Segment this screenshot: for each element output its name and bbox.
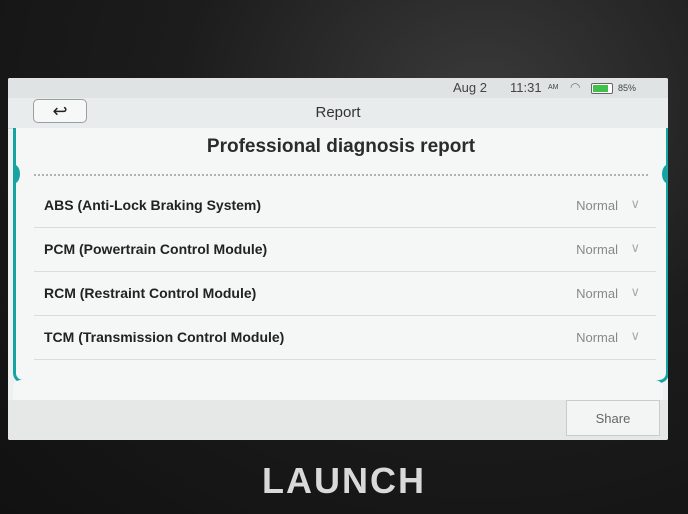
wifi-icon: ◠ bbox=[570, 80, 581, 94]
module-name: PCM (Powertrain Control Module) bbox=[44, 241, 268, 257]
card-notch-left bbox=[16, 164, 20, 184]
chevron-down-icon[interactable]: ∨ bbox=[630, 240, 640, 256]
status-bar: Aug 2 11:31 AM ◠ 85% bbox=[8, 78, 668, 98]
module-status: Normal bbox=[576, 198, 618, 213]
device-screen: Aug 2 11:31 AM ◠ 85% ↩ Report Profession… bbox=[8, 78, 668, 440]
title-bar: ↩ Report bbox=[8, 98, 668, 129]
battery-percent: 85% bbox=[618, 83, 637, 93]
module-status: Normal bbox=[576, 286, 618, 301]
module-row-pcm[interactable]: PCM (Powertrain Control Module) Normal ∨ bbox=[34, 228, 656, 272]
card-notch-right bbox=[662, 164, 666, 184]
module-name: TCM (Transmission Control Module) bbox=[44, 329, 285, 345]
report-card: Professional diagnosis report ABS (Anti-… bbox=[13, 128, 668, 383]
heading-divider bbox=[34, 174, 648, 176]
chevron-down-icon[interactable]: ∨ bbox=[630, 196, 640, 212]
device-brand-logo: LAUNCH bbox=[262, 460, 426, 501]
page-title: Report bbox=[315, 104, 361, 121]
module-name: ABS (Anti-Lock Braking System) bbox=[44, 197, 262, 213]
module-row-abs[interactable]: ABS (Anti-Lock Braking System) Normal ∨ bbox=[34, 184, 656, 228]
status-ampm: AM bbox=[548, 84, 559, 91]
module-row-tcm[interactable]: TCM (Transmission Control Module) Normal… bbox=[34, 316, 656, 360]
secondary-card bbox=[13, 380, 663, 400]
battery-icon bbox=[591, 83, 613, 94]
module-status: Normal bbox=[576, 242, 618, 257]
module-status: Normal bbox=[576, 330, 618, 345]
status-date: Aug 2 bbox=[453, 80, 487, 95]
report-heading: Professional diagnosis report bbox=[206, 136, 476, 157]
chevron-down-icon[interactable]: ∨ bbox=[630, 284, 640, 300]
module-row-rcm[interactable]: RCM (Restraint Control Module) Normal ∨ bbox=[34, 272, 656, 316]
battery-level-fill bbox=[593, 85, 609, 92]
chevron-down-icon[interactable]: ∨ bbox=[630, 328, 640, 344]
status-time: 11:31 bbox=[510, 80, 542, 95]
bottom-action-bar: Share bbox=[8, 400, 668, 440]
share-button[interactable]: Share bbox=[566, 400, 660, 436]
module-name: RCM (Restraint Control Module) bbox=[44, 285, 257, 301]
